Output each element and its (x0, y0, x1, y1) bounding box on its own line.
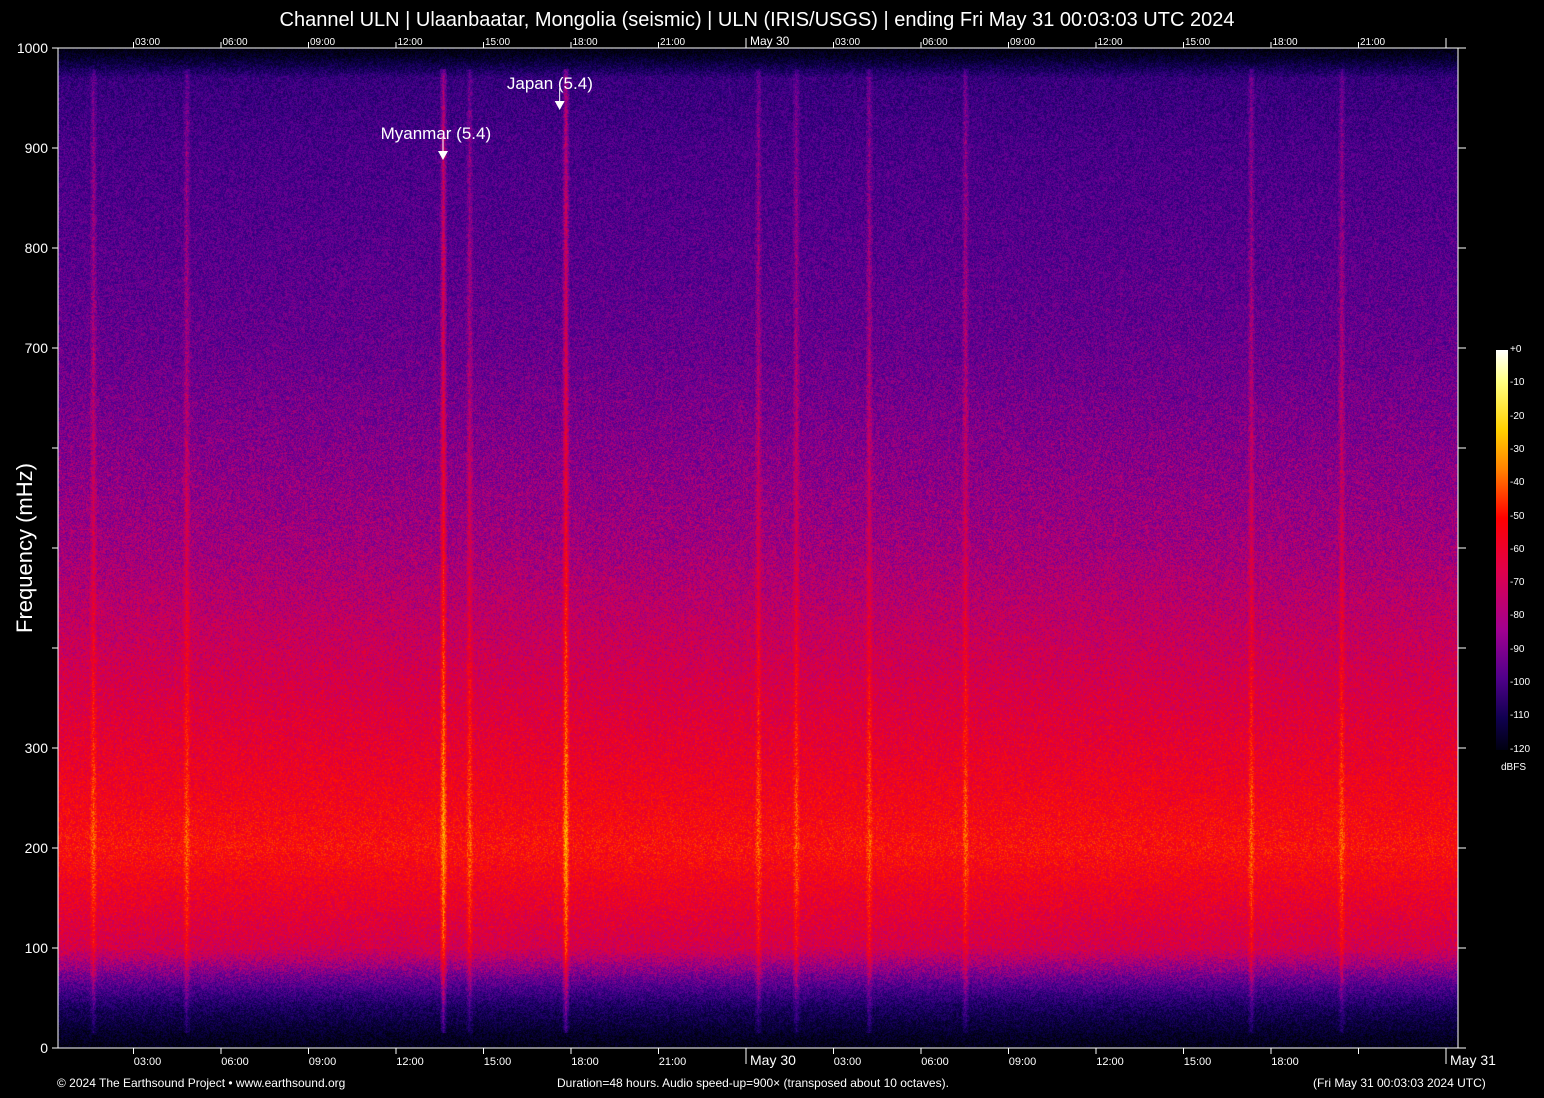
footer-copyright: © 2024 The Earthsound Project • www.eart… (57, 1076, 345, 1090)
x-tick-label: 12:00 (396, 1056, 424, 1068)
colorbar-tick-label: -120 (1510, 744, 1530, 755)
y-tick-label: 1000 (17, 40, 48, 56)
x-tick-label-top: 03:00 (135, 37, 160, 48)
x-tick-label-top: May 30 (750, 34, 790, 48)
footer-duration: Duration=48 hours. Audio speed-up=900× (… (557, 1076, 949, 1090)
x-tick-label-top: 21:00 (1360, 37, 1385, 48)
x-tick-label: 15:00 (1184, 1056, 1212, 1068)
x-tick-label: 21:00 (659, 1056, 687, 1068)
y-tick-label: 300 (25, 740, 49, 756)
colorbar-tick-label: -10 (1510, 377, 1524, 388)
x-tick-label-top: 18:00 (1272, 37, 1297, 48)
annotation-arrow-icon (438, 151, 448, 160)
x-tick-label-top: 12:00 (1097, 37, 1122, 48)
x-tick-label: 15:00 (484, 1056, 512, 1068)
y-tick-label: 900 (25, 140, 49, 156)
x-tick-label-top: 06:00 (922, 37, 947, 48)
x-tick-label: May 30 (750, 1052, 796, 1068)
colorbar-tick-label: -70 (1510, 577, 1524, 588)
x-tick-label-top: 21:00 (660, 37, 685, 48)
x-tick-label-top: 15:00 (485, 37, 510, 48)
y-tick-label: 0 (40, 1040, 48, 1056)
colorbar-tick-label: -40 (1510, 477, 1524, 488)
colorbar-tick-label: +0 (1510, 344, 1521, 355)
x-tick-label: 06:00 (921, 1056, 949, 1068)
x-tick-label: 03:00 (834, 1056, 862, 1068)
x-tick-label-top: 12:00 (397, 37, 422, 48)
y-axis-label: Frequency (mHz) (12, 463, 38, 633)
x-tick-label: 18:00 (1271, 1056, 1299, 1068)
y-tick-label: 800 (25, 240, 49, 256)
annotation-arrow-icon (555, 101, 565, 110)
chart-axes: 0 100 200 300 700 800 900 1000 03:00 03:00 06:00 06… (0, 0, 1544, 1098)
colorbar-label: dBFS (1501, 762, 1526, 773)
event-annotation-label: Myanmar (5.4) (381, 124, 492, 144)
x-tick-label: 09:00 (1009, 1056, 1037, 1068)
x-tick-label: 06:00 (221, 1056, 249, 1068)
x-tick-label-top: 15:00 (1185, 37, 1210, 48)
colorbar-tick-label: -50 (1510, 511, 1524, 522)
x-tick-label: 12:00 (1096, 1056, 1124, 1068)
x-tick-label-top: 06:00 (222, 37, 247, 48)
event-annotation-label: Japan (5.4) (507, 74, 593, 94)
y-tick-label: 100 (25, 940, 49, 956)
x-tick-label-top: 03:00 (835, 37, 860, 48)
colorbar-tick-label: -100 (1510, 677, 1530, 688)
colorbar-tick-label: -20 (1510, 411, 1524, 422)
colorbar-tick-label: -110 (1510, 710, 1529, 721)
x-tick-label-top: 18:00 (572, 37, 597, 48)
colorbar (1496, 350, 1508, 750)
x-tick-label-top: 09:00 (310, 37, 335, 48)
x-tick-label: 18:00 (571, 1056, 599, 1068)
y-axis-label-wrap: Frequency (mHz) (10, 448, 40, 648)
x-tick-label-top: 09:00 (1010, 37, 1035, 48)
colorbar-tick-label: -80 (1510, 610, 1524, 621)
footer-end-time: (Fri May 31 00:03:03 2024 UTC) (1313, 1076, 1486, 1090)
x-tick-label: 03:00 (134, 1056, 162, 1068)
colorbar-tick-label: -90 (1510, 644, 1524, 655)
colorbar-tick-label: -30 (1510, 444, 1524, 455)
colorbar-tick-label: -60 (1510, 544, 1524, 555)
x-tick-label: 09:00 (309, 1056, 337, 1068)
x-tick-label: May 31 (1450, 1052, 1496, 1068)
y-tick-label: 700 (25, 340, 49, 356)
y-tick-label: 200 (25, 840, 49, 856)
